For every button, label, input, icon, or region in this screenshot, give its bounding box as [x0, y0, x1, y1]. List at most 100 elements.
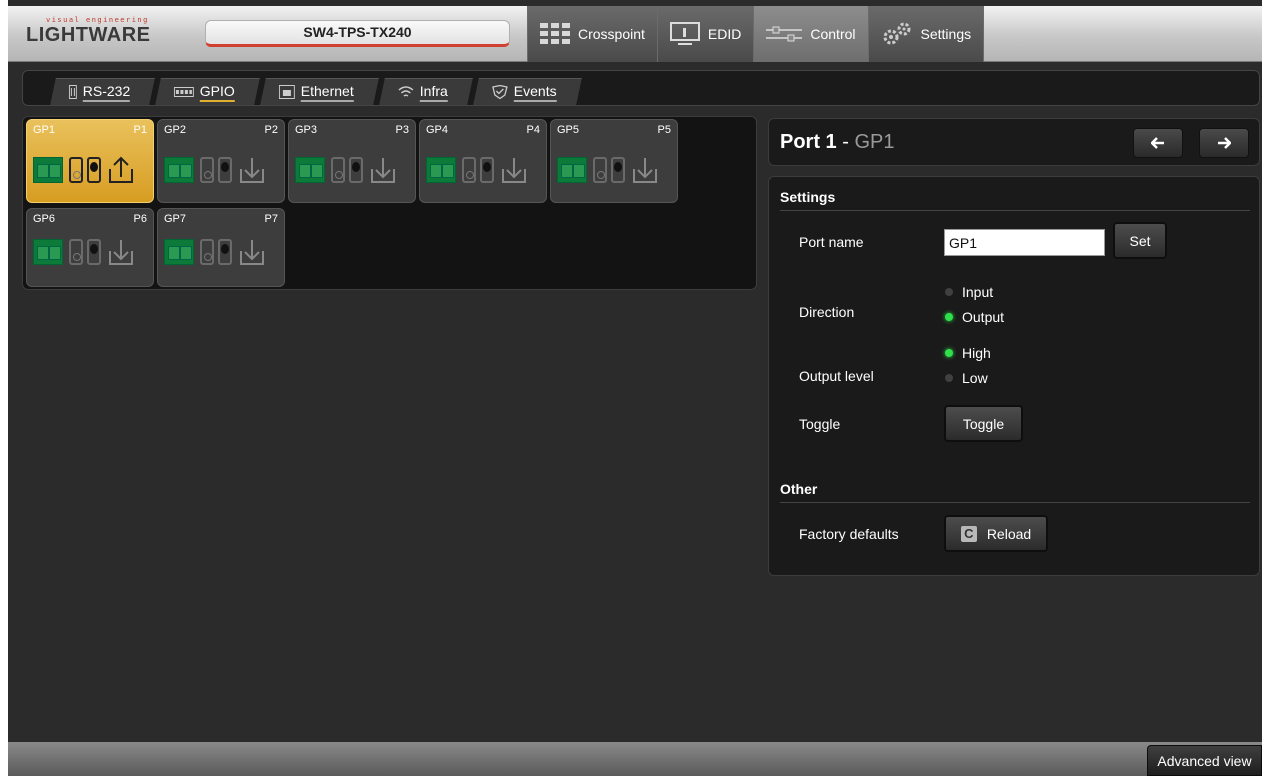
led-off-icon [200, 157, 214, 183]
port-name: GP5 [557, 124, 580, 136]
port-tile-gp7[interactable]: GP7 P7 [157, 208, 285, 287]
port-tile-gp1[interactable]: GP1 P1 [26, 119, 154, 203]
tab-settings[interactable]: Settings [867, 6, 985, 62]
top-bar: visual engineering LIGHTWARE SW4-TPS-TX2… [8, 6, 1262, 62]
sliders-icon [766, 25, 803, 43]
port-name: GP7 [164, 213, 187, 225]
status-bar [8, 742, 1262, 776]
port-name: GP6 [33, 213, 56, 225]
arrow-right-icon [1218, 137, 1231, 149]
input-arrow-icon [371, 158, 395, 183]
direction-label: Direction [799, 304, 855, 320]
port-title-sub: GP1 [854, 131, 895, 153]
gpio-connector-icon [164, 157, 194, 183]
tab-control[interactable]: Control [753, 6, 868, 62]
port-tile-gp5[interactable]: GP5 P5 [550, 119, 678, 203]
led-on-icon [218, 239, 232, 265]
output-level-high-label: High [962, 345, 991, 361]
radio-dot [945, 288, 953, 296]
output-arrow-icon [109, 156, 133, 183]
port-tile-gp3[interactable]: GP3 P3 [288, 119, 416, 203]
subtab-gpio[interactable]: GPIO [155, 78, 261, 105]
led-off-icon [331, 157, 345, 183]
led-off-icon [593, 157, 607, 183]
window-edge [0, 0, 8, 776]
gpio-icon [174, 87, 195, 97]
prev-port-button[interactable] [1133, 128, 1183, 158]
input-arrow-icon [240, 240, 264, 265]
tab-edid-label: EDID [707, 26, 742, 42]
grid-icon [540, 23, 570, 45]
port-name: GP1 [33, 124, 56, 136]
direction-input-radio[interactable]: Input [945, 284, 993, 300]
advanced-view-button[interactable]: Advanced view [1147, 745, 1262, 776]
gpio-connector-icon [33, 239, 63, 265]
next-port-button[interactable] [1199, 128, 1249, 158]
wifi-icon [398, 85, 414, 99]
direction-output-label: Output [962, 309, 1005, 325]
port-tile-gp4[interactable]: GP4 P4 [419, 119, 547, 203]
gpio-connector-icon [426, 157, 456, 183]
other-heading: Other [780, 481, 1250, 503]
subtab-events[interactable]: Events [473, 78, 583, 105]
reload-button[interactable]: C Reload [944, 515, 1048, 552]
subtab-rs232-label: RS-232 [82, 82, 131, 102]
output-level-high-radio[interactable]: High [945, 345, 991, 361]
led-on-icon [611, 157, 625, 183]
shield-icon [492, 85, 509, 99]
lightware-logo: visual engineering LIGHTWARE [26, 16, 151, 47]
subtab-rs232[interactable]: RS-232 [50, 78, 156, 105]
port-number: P3 [395, 124, 409, 136]
port-name: GP2 [164, 124, 187, 136]
radio-dot [945, 313, 953, 321]
direction-output-radio[interactable]: Output [945, 309, 1004, 325]
tab-crosspoint[interactable]: Crosspoint [527, 6, 657, 62]
led-on-icon [87, 157, 101, 183]
port-settings-panel: Settings Port name Set Direction Input O… [768, 176, 1260, 576]
subtab-infra[interactable]: Infra [379, 78, 474, 105]
monitor-icon [669, 22, 700, 46]
input-arrow-icon [240, 158, 264, 183]
tab-control-label: Control [810, 26, 856, 42]
output-level-low-radio[interactable]: Low [945, 370, 988, 386]
input-arrow-icon [502, 158, 526, 183]
port-name: GP3 [295, 124, 318, 136]
arrow-left-icon [1151, 137, 1164, 149]
port-tile-gp2[interactable]: GP2 P2 [157, 119, 285, 203]
logo-word: LIGHTWARE [26, 24, 151, 46]
factory-defaults-label: Factory defaults [799, 526, 899, 542]
tab-settings-label: Settings [920, 26, 972, 42]
tab-crosspoint-label: Crosspoint [578, 26, 645, 42]
port-title-separator: - [836, 131, 855, 153]
input-arrow-icon [633, 158, 657, 183]
sub-tab-bar: RS-232 GPIO Ethernet Infra Events [22, 70, 1260, 106]
port-detail-header: Port 1 - GP1 [768, 118, 1260, 166]
port-number: P6 [133, 213, 147, 225]
gpio-connector-icon [295, 157, 325, 183]
port-title-bold: Port 1 [780, 131, 837, 153]
subtab-gpio-label: GPIO [200, 82, 236, 102]
led-off-icon [462, 157, 476, 183]
led-on-icon [218, 157, 232, 183]
port-number: P2 [264, 124, 278, 136]
output-level-low-label: Low [962, 370, 988, 386]
port-tile-gp6[interactable]: GP6 P6 [26, 208, 154, 287]
toggle-label: Toggle [799, 416, 841, 432]
subtab-ethernet[interactable]: Ethernet [260, 78, 380, 105]
input-arrow-icon [109, 240, 133, 265]
port-name-input[interactable] [944, 229, 1105, 256]
led-on-icon [480, 157, 494, 183]
led-on-icon [349, 157, 363, 183]
tab-edid[interactable]: EDID [656, 6, 754, 62]
main-nav: Crosspoint EDID Control Settings [527, 6, 985, 62]
reload-button-label: Reload [986, 525, 1032, 542]
gpio-connector-icon [557, 157, 587, 183]
toggle-button[interactable]: Toggle [944, 405, 1023, 442]
gpio-connector-icon [164, 239, 194, 265]
led-off-icon [69, 157, 83, 183]
gpio-connector-icon [33, 157, 63, 183]
set-button[interactable]: Set [1113, 222, 1167, 259]
port-detail-title: Port 1 - GP1 [780, 131, 895, 154]
subtab-infra-label: Infra [420, 82, 449, 102]
device-name: SW4-TPS-TX240 [205, 20, 510, 47]
